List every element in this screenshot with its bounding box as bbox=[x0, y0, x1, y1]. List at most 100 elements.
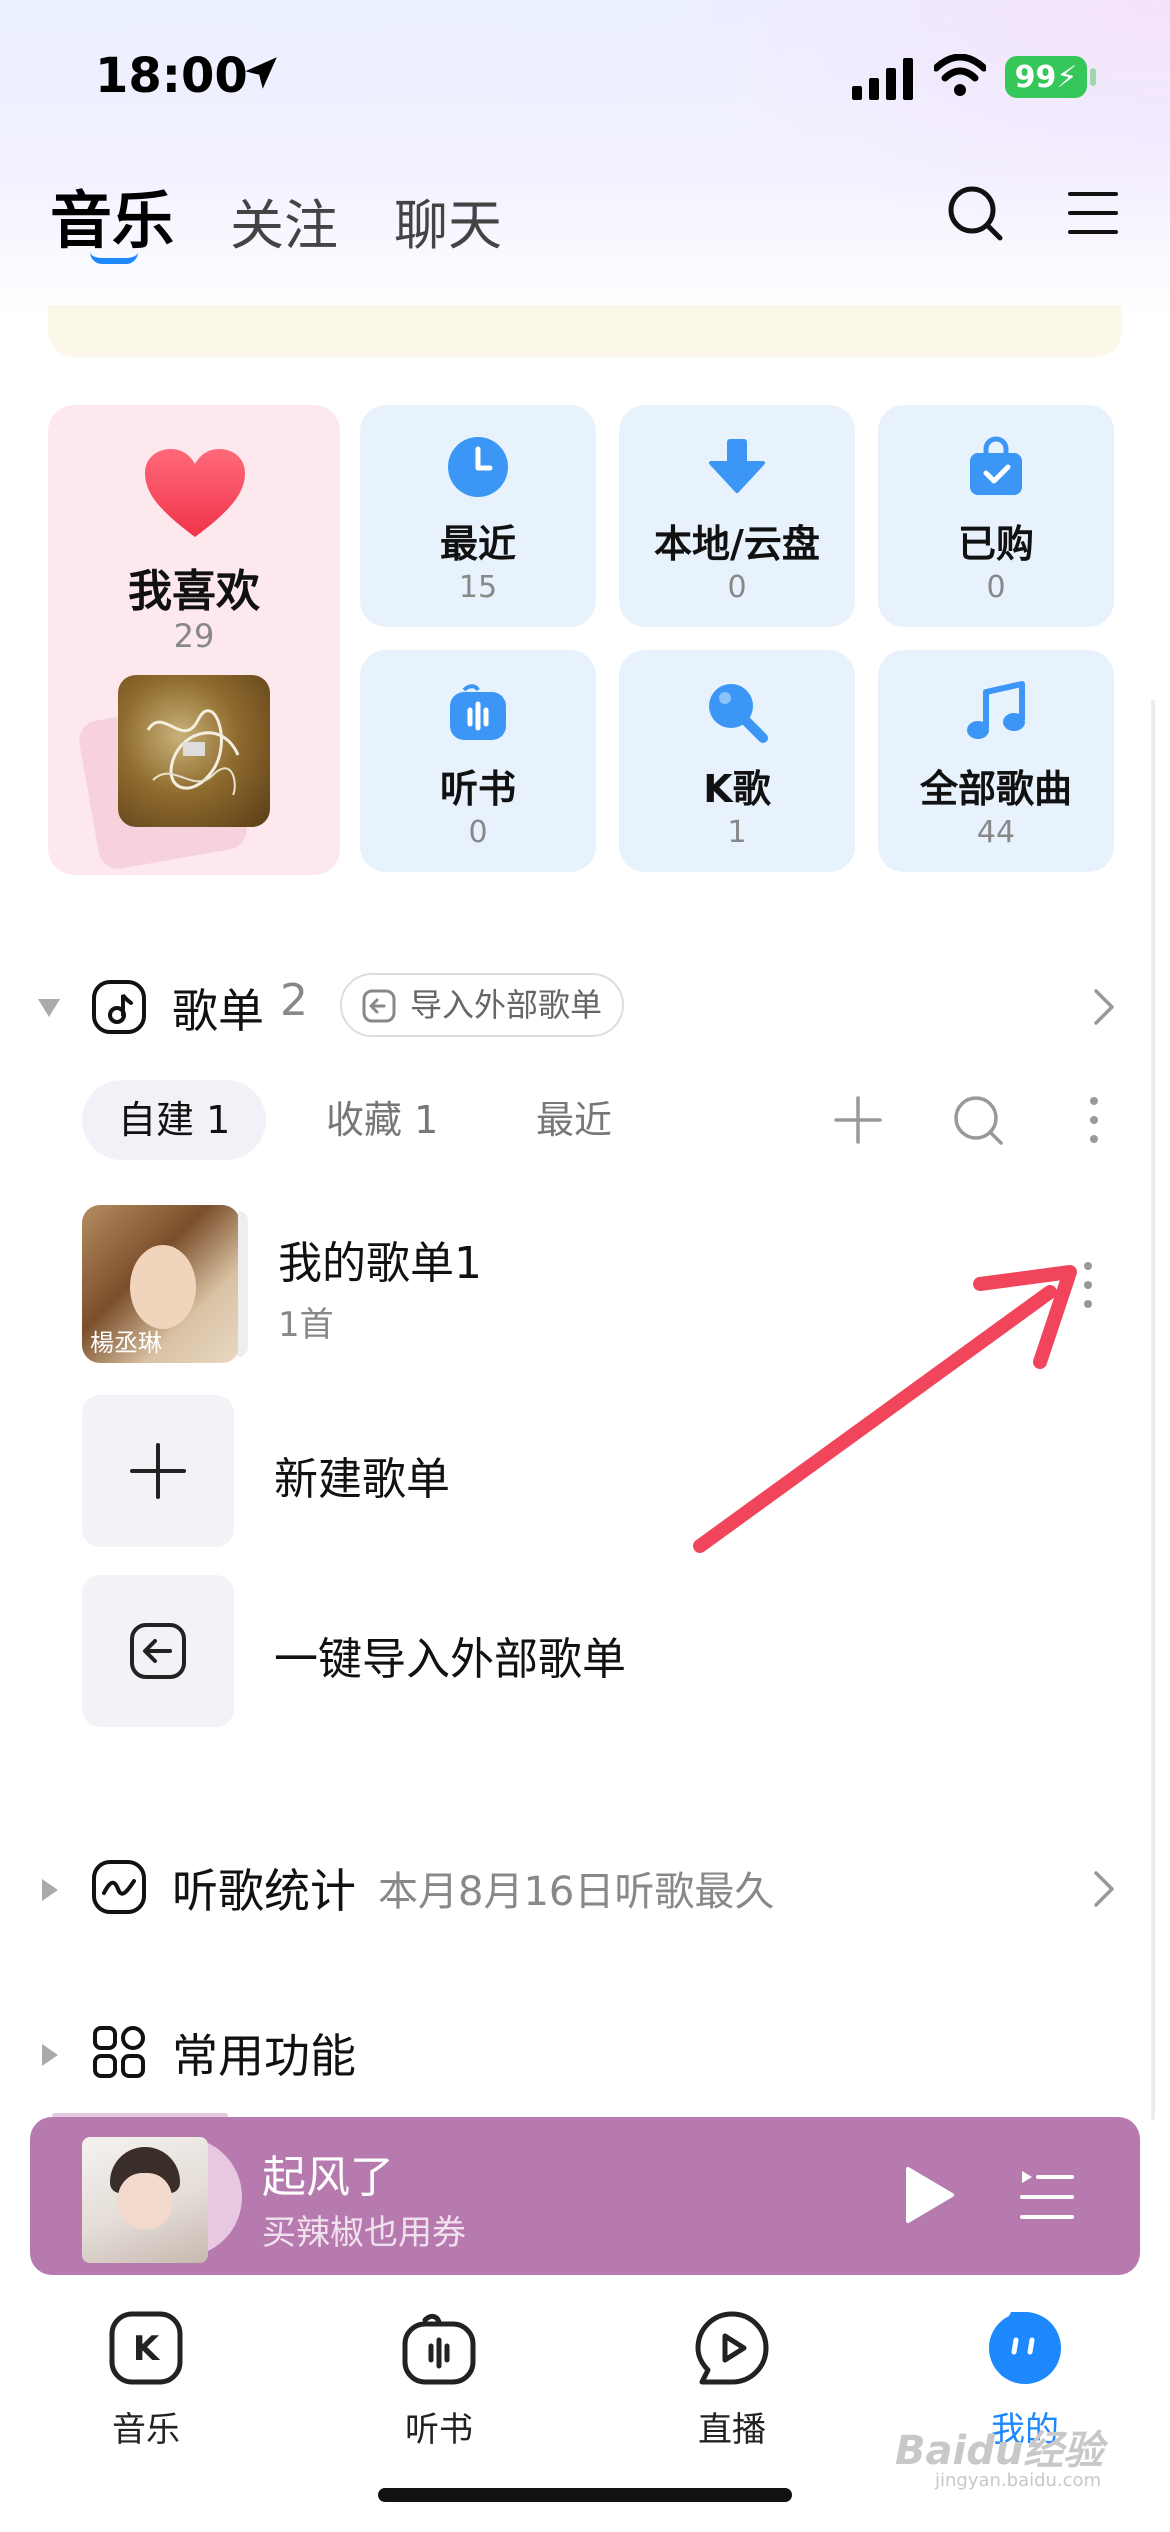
chevron-right-icon[interactable] bbox=[1092, 1869, 1116, 1909]
tile-karaoke-count: 1 bbox=[727, 815, 747, 850]
tab-follow[interactable]: 关注 bbox=[230, 181, 338, 260]
expand-triangle-icon[interactable] bbox=[40, 2042, 60, 2068]
live-play-icon bbox=[695, 2311, 769, 2385]
scrollbar[interactable] bbox=[1151, 700, 1155, 2120]
tile-recent-label: 最近 bbox=[439, 522, 516, 566]
microphone-icon bbox=[709, 684, 768, 743]
expand-triangle-icon[interactable] bbox=[40, 1877, 60, 1903]
tab-self-created[interactable]: 自建 1 bbox=[82, 1080, 267, 1160]
mini-player[interactable]: 起风了 买辣椒也用券 bbox=[30, 2117, 1140, 2275]
chevron-right-icon[interactable] bbox=[1092, 987, 1116, 1027]
playlist-section-count: 2 bbox=[280, 975, 308, 1026]
listening-stats-title: 听歌统计 bbox=[172, 1864, 356, 1918]
tile-local-cloud-label: 本地/云盘 bbox=[654, 522, 820, 566]
common-functions-title: 常用功能 bbox=[172, 2029, 356, 2083]
playlist-section-title: 歌单 bbox=[172, 984, 264, 1038]
more-options-icon[interactable] bbox=[1088, 1096, 1100, 1144]
add-playlist-icon[interactable] bbox=[834, 1096, 882, 1144]
import-icon bbox=[362, 989, 396, 1023]
playlist-cover: 楊丞琳 bbox=[82, 1205, 240, 1363]
tile-all-songs-count: 44 bbox=[976, 815, 1016, 850]
menu-icon[interactable] bbox=[1068, 190, 1118, 236]
playlist-item[interactable]: 楊丞琳 我的歌单1 1首 bbox=[82, 1205, 1092, 1365]
favorites-cover-art bbox=[118, 675, 270, 827]
new-playlist-row[interactable]: 新建歌单 bbox=[82, 1395, 1092, 1555]
tile-recent[interactable]: 最近 15 bbox=[360, 405, 596, 627]
header-tabs: 音乐 关注 聊天 bbox=[50, 170, 502, 264]
home-indicator[interactable] bbox=[378, 2488, 792, 2502]
clock-icon bbox=[448, 437, 508, 497]
status-time: 18:00 bbox=[95, 48, 248, 104]
grid-apps-icon bbox=[93, 2026, 145, 2078]
audiobook-icon bbox=[450, 684, 506, 740]
tile-local-cloud[interactable]: 本地/云盘 0 bbox=[619, 405, 855, 627]
battery-level: 99 bbox=[1014, 59, 1057, 95]
playlist-more-icon[interactable] bbox=[1082, 1261, 1094, 1309]
listening-stats-row[interactable]: 听歌统计 本月8月16日听歌最久 bbox=[36, 1855, 1146, 1925]
tile-karaoke-label: K歌 bbox=[703, 767, 771, 811]
tab-music-label: 音乐 bbox=[50, 184, 175, 257]
listening-stats-description: 本月8月16日听歌最久 bbox=[378, 1869, 775, 1915]
plus-icon bbox=[130, 1443, 186, 1499]
favorites-label: 我喜欢 bbox=[128, 566, 260, 617]
status-bar: 18:00 99 ⚡ bbox=[0, 0, 1170, 150]
tile-karaoke[interactable]: K歌 1 bbox=[619, 650, 855, 872]
cover-face bbox=[118, 2173, 172, 2229]
cover-scribble bbox=[146, 709, 240, 796]
tab-chat[interactable]: 聊天 bbox=[394, 181, 502, 260]
tile-purchased[interactable]: 已购 0 bbox=[878, 405, 1114, 627]
music-note-icon bbox=[967, 681, 1025, 739]
tab-collected[interactable]: 收藏 1 bbox=[326, 1080, 438, 1160]
tile-local-cloud-count: 0 bbox=[727, 570, 747, 605]
tile-audiobook-label: 听书 bbox=[439, 767, 516, 811]
nav-live-label: 直播 bbox=[698, 2410, 766, 2450]
import-external-playlist-button[interactable]: 导入外部歌单 bbox=[340, 973, 625, 1037]
download-arrow-icon bbox=[709, 439, 765, 493]
common-functions-row[interactable]: 常用功能 bbox=[36, 2020, 1146, 2090]
favorites-card[interactable]: 我喜欢 29 bbox=[48, 405, 340, 875]
stats-chart-icon bbox=[92, 1860, 146, 1914]
profile-icon bbox=[989, 2312, 1061, 2384]
favorites-count: 29 bbox=[173, 617, 215, 655]
promo-banner[interactable] bbox=[48, 305, 1122, 357]
nav-live[interactable]: 直播 bbox=[652, 2300, 812, 2450]
playlist-queue-icon[interactable] bbox=[1020, 2167, 1074, 2223]
playlist-title: 我的歌单1 bbox=[278, 1238, 482, 1289]
tile-all-songs-label: 全部歌曲 bbox=[919, 767, 1072, 811]
active-tab-indicator bbox=[90, 252, 138, 264]
nav-audiobook-label: 听书 bbox=[405, 2410, 473, 2450]
import-playlist-row[interactable]: 一键导入外部歌单 bbox=[82, 1575, 1092, 1735]
now-playing-title: 起风了 bbox=[262, 2152, 394, 2203]
nav-music[interactable]: K 音乐 bbox=[66, 2300, 226, 2450]
tile-all-songs[interactable]: 全部歌曲 44 bbox=[878, 650, 1114, 872]
import-playlist-box bbox=[82, 1575, 234, 1727]
battery-tip bbox=[1090, 68, 1096, 86]
cover-stack-edge bbox=[238, 1211, 248, 1357]
tile-purchased-label: 已购 bbox=[957, 522, 1034, 566]
tab-music[interactable]: 音乐 bbox=[50, 170, 175, 264]
album-cover bbox=[82, 2137, 208, 2263]
audiobook-icon bbox=[402, 2313, 476, 2385]
watermark: Baidu经验 bbox=[895, 2428, 1104, 2474]
battery-charging-icon: 99 ⚡ bbox=[1005, 56, 1087, 98]
playlist-section-header[interactable]: 歌单 2 导入外部歌单 bbox=[36, 973, 1136, 1045]
cover-signature: 楊丞琳 bbox=[90, 1329, 162, 1357]
tab-recent-playlists[interactable]: 最近 bbox=[536, 1080, 612, 1160]
tile-recent-count: 15 bbox=[458, 570, 498, 605]
play-icon[interactable] bbox=[898, 2165, 958, 2225]
cover-portrait bbox=[130, 1245, 196, 1329]
playlist-song-count: 1首 bbox=[278, 1305, 334, 1345]
playlist-filter-tabs: 自建 1 收藏 1 最近 bbox=[82, 1080, 1132, 1162]
watermark-url: jingyan.baidu.com bbox=[935, 2470, 1102, 2491]
svg-text:K: K bbox=[133, 2329, 161, 2369]
now-playing-artwork bbox=[82, 2137, 254, 2263]
heart-icon bbox=[145, 449, 245, 537]
nav-music-label: 音乐 bbox=[112, 2410, 180, 2450]
playlist-search-icon[interactable] bbox=[952, 1094, 1004, 1146]
tile-audiobook[interactable]: 听书 0 bbox=[360, 650, 596, 872]
collapse-triangle-icon[interactable] bbox=[36, 997, 62, 1019]
search-icon[interactable] bbox=[945, 183, 1005, 243]
location-arrow-icon bbox=[245, 57, 277, 89]
new-playlist-label: 新建歌单 bbox=[274, 1454, 450, 1505]
nav-audiobook[interactable]: 听书 bbox=[359, 2300, 519, 2450]
